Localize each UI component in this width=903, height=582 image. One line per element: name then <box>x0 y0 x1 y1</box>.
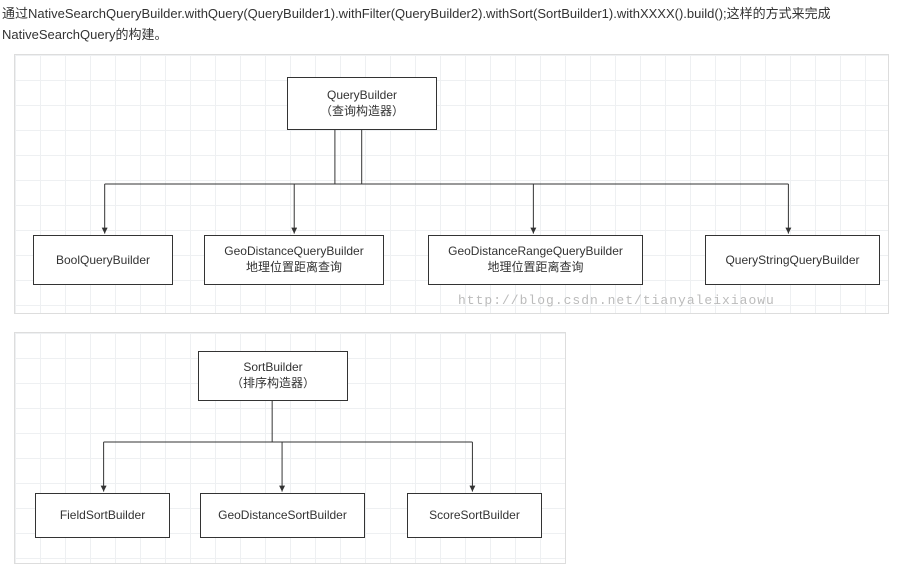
intro-line2: NativeSearchQuery的构建。 <box>2 27 167 42</box>
intro-line1: 通过NativeSearchQueryBuilder.withQuery(Que… <box>2 6 831 21</box>
child-title: ScoreSortBuilder <box>429 508 520 522</box>
child-node-querystring: QueryStringQueryBuilder <box>705 235 880 285</box>
child-node-scoresort: ScoreSortBuilder <box>407 493 542 538</box>
child-node-geodistrange: GeoDistanceRangeQueryBuilder 地理位置距离查询 <box>428 235 643 285</box>
child-title: QueryStringQueryBuilder <box>725 253 859 267</box>
root-subtitle: （查询构造器） <box>320 102 404 119</box>
child-title: BoolQueryBuilder <box>56 253 150 267</box>
root-title: SortBuilder <box>243 360 302 374</box>
child-subtitle: 地理位置距离查询 <box>487 258 583 275</box>
root-subtitle: （排序构造器） <box>231 374 315 391</box>
query-builder-diagram: QueryBuilder （查询构造器） BoolQueryBuilder Ge… <box>14 54 889 314</box>
child-title: GeoDistanceSortBuilder <box>218 508 347 522</box>
child-node-bool: BoolQueryBuilder <box>33 235 173 285</box>
root-node-sortbuilder: SortBuilder （排序构造器） <box>198 351 348 401</box>
child-title: FieldSortBuilder <box>60 508 145 522</box>
child-title: GeoDistanceRangeQueryBuilder <box>448 244 623 258</box>
child-node-geodistsort: GeoDistanceSortBuilder <box>200 493 365 538</box>
child-subtitle: 地理位置距离查询 <box>246 258 342 275</box>
sort-builder-diagram: SortBuilder （排序构造器） FieldSortBuilder Geo… <box>14 332 566 564</box>
child-node-fieldsort: FieldSortBuilder <box>35 493 170 538</box>
root-title: QueryBuilder <box>327 88 397 102</box>
watermark-text: http://blog.csdn.net/tianyaleixiaowu <box>458 293 775 308</box>
root-node-querybuilder: QueryBuilder （查询构造器） <box>287 77 437 130</box>
child-title: GeoDistanceQueryBuilder <box>224 244 363 258</box>
child-node-geodist: GeoDistanceQueryBuilder 地理位置距离查询 <box>204 235 384 285</box>
intro-text: 通过NativeSearchQueryBuilder.withQuery(Que… <box>0 0 903 54</box>
